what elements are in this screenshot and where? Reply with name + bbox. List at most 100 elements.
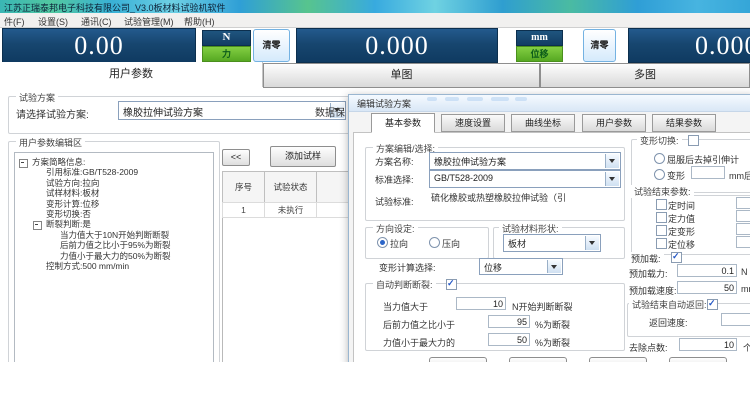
fixed-disp-checkbox[interactable] bbox=[656, 238, 667, 249]
remove-extensometer-label[interactable]: 屈服后去掉引伸计 bbox=[667, 153, 739, 166]
plan-select-dropdown[interactable]: 橡胶拉伸试验方案 bbox=[118, 101, 346, 120]
tension-radio-label[interactable]: 拉向 bbox=[390, 237, 408, 250]
dialog-tab-basic[interactable]: 基本参数 bbox=[371, 113, 435, 133]
fixed-disp-input[interactable] bbox=[736, 236, 750, 248]
tree-item[interactable]: 方案简略信息: bbox=[19, 157, 211, 167]
deform-switch-checkbox[interactable] bbox=[688, 135, 699, 146]
dialog-tab-user[interactable]: 用户参数 bbox=[582, 114, 646, 132]
tree-item[interactable]: 后前力值之比小于95%为断裂 bbox=[19, 240, 211, 250]
tree-item[interactable]: 试验方向:拉向 bbox=[19, 178, 211, 188]
force-display: 0.00 bbox=[2, 28, 196, 63]
dialog-title-bar[interactable]: 编辑试验方案 bbox=[349, 95, 750, 112]
test-standard-value: 硫化橡胶或热塑橡胶拉伸试验（引 bbox=[431, 191, 617, 204]
plan-select-label: 请选择试验方案: bbox=[16, 106, 89, 121]
standard-select-label: 标准选择: bbox=[375, 173, 414, 186]
menu-item-file[interactable]: 件(F) bbox=[0, 14, 29, 29]
material-dropdown[interactable]: 板材 bbox=[503, 234, 601, 252]
remove-extensometer-radio[interactable] bbox=[654, 153, 665, 164]
tree-item[interactable]: 控制方式:500 mm/min bbox=[19, 261, 211, 271]
tension-radio[interactable] bbox=[377, 237, 388, 248]
tree-item[interactable]: 变形计算:位移 bbox=[19, 199, 211, 209]
dropdown-arrow-icon bbox=[605, 172, 619, 186]
menu-item-settings[interactable]: 设置(S) bbox=[34, 14, 72, 29]
auto-break-checkbox[interactable]: ✓ bbox=[446, 279, 457, 290]
preload-force-input[interactable] bbox=[677, 264, 737, 277]
fixed-time-checkbox[interactable] bbox=[656, 199, 667, 210]
force-clear-button[interactable]: 清零 bbox=[253, 29, 290, 62]
remove-points-label: 去除点数: bbox=[629, 341, 668, 354]
displacement-unit-box: mm bbox=[516, 30, 563, 46]
dialog-tab-curve[interactable]: 曲线坐标 bbox=[511, 114, 575, 132]
tab-user-params[interactable]: 用户参数 bbox=[0, 62, 263, 87]
preload-speed-input[interactable] bbox=[677, 281, 737, 294]
deform-value-radio[interactable] bbox=[654, 169, 665, 180]
direction-legend: 方向设定: bbox=[373, 222, 418, 235]
tree-item[interactable]: 试样材料:板材 bbox=[19, 188, 211, 198]
tree-item[interactable]: 断裂判断:是 bbox=[19, 219, 211, 229]
dialog-bottom-button-4[interactable] bbox=[669, 357, 727, 362]
break-row2-suffix: %为断裂 bbox=[535, 318, 570, 331]
displacement-clear-button[interactable]: 清零 bbox=[583, 29, 616, 62]
tree-item[interactable]: 当力值大于10N开始判断断裂 bbox=[19, 230, 211, 240]
return-speed-label: 返回速度: bbox=[649, 316, 688, 329]
return-speed-input[interactable] bbox=[721, 313, 750, 326]
fixed-force-input[interactable] bbox=[736, 210, 750, 222]
dialog-tab-speed[interactable]: 速度设置 bbox=[441, 114, 505, 132]
preload-label: 预加载: bbox=[631, 252, 664, 265]
menu-item-test-manage[interactable]: 试验管理(M) bbox=[120, 14, 178, 29]
end-params-legend: 试验结束参数: bbox=[631, 185, 694, 198]
auto-return-checkbox[interactable]: ✓ bbox=[707, 299, 718, 310]
displacement-channel-box: 位移 bbox=[516, 46, 563, 62]
collapse-panel-button[interactable]: << bbox=[222, 149, 250, 166]
extension-value: 0.000 bbox=[695, 31, 750, 61]
table-row-no[interactable]: 1 bbox=[222, 202, 265, 218]
plan-name-label: 方案名称: bbox=[375, 155, 414, 168]
tree-item[interactable]: 变形切换:否 bbox=[19, 209, 211, 219]
compression-radio-label[interactable]: 压向 bbox=[442, 237, 460, 250]
dialog-bottom-button-1[interactable] bbox=[429, 357, 487, 362]
remove-points-input[interactable] bbox=[679, 338, 737, 351]
menu-item-comm[interactable]: 通讯(C) bbox=[77, 14, 116, 29]
tree-item[interactable]: 引用标准:GB/T528-2009 bbox=[19, 167, 211, 177]
plan-summary-tree[interactable]: 方案简略信息: 引用标准:GB/T528-2009 试验方向:拉向 试样材料:板… bbox=[14, 152, 214, 362]
fixed-force-checkbox[interactable] bbox=[656, 212, 667, 223]
add-sample-button[interactable]: 添加试样 bbox=[270, 146, 336, 167]
standard-dropdown[interactable]: GB/T528-2009 bbox=[429, 170, 621, 188]
dialog-tab-result[interactable]: 结果参数 bbox=[652, 114, 716, 132]
fixed-time-input[interactable] bbox=[736, 197, 750, 209]
fixed-deform-checkbox[interactable] bbox=[656, 225, 667, 236]
dropdown-arrow-icon bbox=[585, 236, 599, 250]
deform-calc-dropdown[interactable]: 位移 bbox=[479, 258, 563, 275]
compression-radio[interactable] bbox=[429, 237, 440, 248]
deform-value-label[interactable]: 变形 bbox=[667, 169, 685, 182]
title-artifact bbox=[515, 97, 527, 101]
break-ratio-input[interactable] bbox=[488, 315, 530, 328]
dropdown-arrow-icon bbox=[605, 154, 619, 168]
menu-item-help[interactable]: 帮助(H) bbox=[180, 14, 219, 29]
table-row-status[interactable]: 未执行 bbox=[264, 202, 317, 218]
title-artifact bbox=[427, 97, 437, 101]
dialog-bottom-button-3[interactable] bbox=[589, 357, 647, 362]
break-maxpct-input[interactable] bbox=[488, 333, 530, 346]
break-force-input[interactable] bbox=[456, 297, 506, 310]
tab-single-graph[interactable]: 单图 bbox=[263, 63, 540, 88]
preload-checkbox[interactable]: ✓ bbox=[671, 252, 682, 263]
break-row1-suffix: N开始判断断裂 bbox=[512, 300, 573, 313]
dropdown-arrow-icon bbox=[547, 260, 561, 273]
tab-multi-graph[interactable]: 多图 bbox=[540, 63, 750, 88]
deform-switch-input[interactable] bbox=[691, 166, 725, 179]
plan-name-dropdown[interactable]: 橡胶拉伸试验方案 bbox=[429, 152, 621, 170]
displacement-display: 0.000 bbox=[296, 28, 498, 63]
break-row2-prefix: 后前力值之比小于 bbox=[383, 318, 455, 331]
fixed-time-label[interactable]: 定时间 bbox=[668, 199, 695, 212]
dialog-bottom-button-2[interactable] bbox=[509, 357, 567, 362]
fixed-disp-label[interactable]: 定位移 bbox=[668, 238, 695, 251]
remove-points-unit: 个 bbox=[743, 341, 750, 354]
break-row3-prefix: 力值小于最大力的 bbox=[383, 336, 455, 349]
fixed-deform-label[interactable]: 定变形 bbox=[668, 225, 695, 238]
plan-groupbox-legend: 试验方案 bbox=[16, 91, 58, 104]
tree-item[interactable]: 力值小于最大力的50%为断裂 bbox=[19, 251, 211, 261]
fixed-force-label[interactable]: 定力值 bbox=[668, 212, 695, 225]
fixed-deform-input[interactable] bbox=[736, 223, 750, 235]
plan-name-value: 橡胶拉伸试验方案 bbox=[434, 155, 605, 168]
